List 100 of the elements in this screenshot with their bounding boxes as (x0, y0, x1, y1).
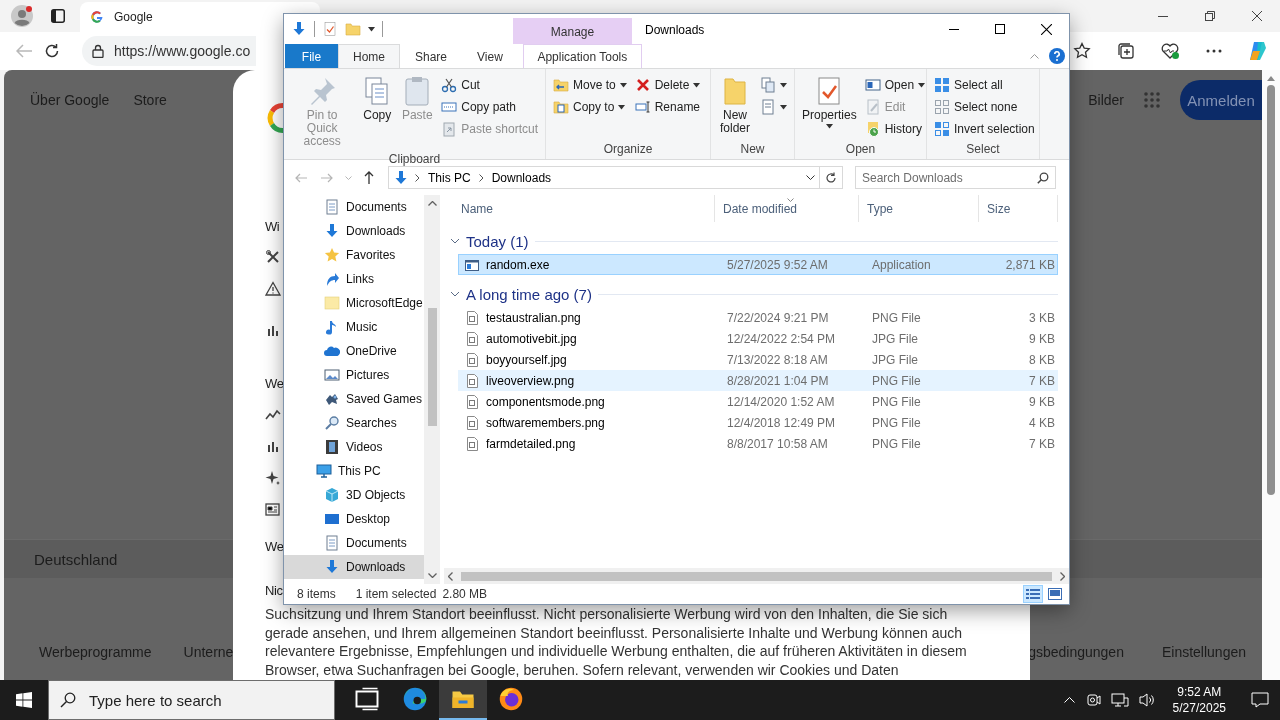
ribbon-tab[interactable]: File (285, 44, 338, 68)
nav-item[interactable]: Favorites (284, 243, 424, 267)
file-row[interactable]: liveoverview.png 8/28/2021 1:04 PM PNG File 7 KB (458, 370, 1058, 391)
nav-item[interactable]: OneDrive (284, 339, 424, 363)
size-cell-text: 9 KB (1028, 394, 1055, 409)
ribbon-button[interactable]: Cut (438, 74, 541, 96)
down-arrow-icon[interactable] (291, 21, 307, 37)
ribbon-button[interactable]: Select none (931, 96, 1038, 118)
group-label: Clipboard (387, 151, 442, 167)
pencil-icon (864, 99, 881, 115)
grid-icon (934, 99, 950, 115)
nav-item[interactable]: Videos (284, 435, 424, 459)
browser-tab[interactable]: Google (80, 2, 320, 32)
breadcrumb[interactable]: This PC (426, 170, 473, 185)
chevron-down-icon[interactable] (806, 175, 815, 180)
file-row[interactable]: automotivebit.jpg 12/24/2022 2:54 PM JPG File 9 KB (458, 328, 1058, 349)
ribbon-button[interactable]: Delete (631, 74, 704, 96)
nav-item[interactable]: This PC (284, 459, 424, 483)
ribbon-button[interactable]: Open (861, 74, 929, 96)
down-arrow-icon (324, 559, 340, 575)
sign-in-button[interactable]: Anmelden (1180, 80, 1262, 120)
firefox-icon (499, 687, 523, 711)
refresh-button[interactable] (820, 166, 843, 189)
address-bar[interactable]: https://www.google.co (82, 36, 256, 66)
collections-icon (1117, 42, 1135, 60)
ribbon-button[interactable]: New folder (715, 72, 755, 138)
view-button[interactable] (1045, 585, 1065, 603)
nav-item[interactable]: Music (284, 315, 424, 339)
file-row[interactable]: softwaremembers.png 12/4/2018 12:49 PM PNG File 4 KB (458, 412, 1058, 433)
cube-icon (324, 487, 340, 503)
selection-size: 2.80 MB (442, 587, 488, 601)
search-field[interactable]: Type here to search (48, 680, 335, 720)
scroll-up-icon[interactable] (427, 201, 437, 206)
ribbon-button[interactable]: Rename (631, 96, 704, 118)
group-label: Organize (602, 141, 654, 158)
size-cell-text: 9 KB (1028, 331, 1055, 346)
column-header[interactable]: Name (453, 195, 715, 222)
scrollbar-thumb[interactable] (461, 571, 1052, 581)
meeting-icon[interactable] (1084, 692, 1101, 708)
type-cell-text: PNG File (871, 310, 922, 325)
file-row[interactable]: random.exe 5/27/2025 9:52 AM Application 2,871 KB (458, 254, 1058, 275)
scroll-left-icon[interactable] (448, 571, 453, 581)
ribbon-button[interactable]: Copy path (438, 96, 541, 118)
group-header[interactable]: A long time ago (7) (466, 285, 592, 303)
chevron-down-icon[interactable] (450, 236, 460, 246)
ribbon-tab[interactable]: Home (338, 44, 400, 68)
volume-icon[interactable] (1138, 692, 1157, 708)
size-cell-text: 7 KB (1028, 436, 1055, 451)
scrollbar-thumb[interactable] (1267, 85, 1275, 495)
nav-item[interactable]: Downloads (284, 555, 424, 579)
group-header[interactable]: Today (1) (466, 232, 529, 250)
nav-item[interactable]: Documents (284, 195, 424, 219)
ribbon-button[interactable]: History (861, 118, 929, 140)
address-bar[interactable]: This PC Downloads (388, 166, 820, 189)
details-view-icon (1026, 588, 1040, 600)
chevron-down-icon[interactable] (450, 289, 460, 299)
taskbar-app[interactable] (439, 680, 487, 720)
ribbon-button[interactable]: Copy (358, 72, 397, 125)
ribbon-button[interactable]: Select all (931, 74, 1038, 96)
scrollbar-thumb[interactable] (427, 308, 437, 426)
column-header[interactable]: Date modified (715, 195, 859, 222)
nav-item[interactable]: 3D Objects (284, 483, 424, 507)
curved-arrow-icon (324, 271, 340, 287)
ribbon-button[interactable]: Copy to (550, 96, 630, 118)
scroll-right-icon[interactable] (1060, 571, 1065, 581)
view-button[interactable] (1023, 585, 1043, 603)
file-name: boyyourself.jpg (486, 352, 567, 367)
scroll-up-icon[interactable] (1267, 76, 1275, 81)
file-row[interactable]: farmdetailed.png 8/8/2017 10:58 AM PNG File 7 KB (458, 433, 1058, 454)
scroll-down-icon[interactable] (427, 573, 437, 578)
nav-item[interactable]: Pictures (284, 363, 424, 387)
nav-item[interactable]: Saved Games (284, 387, 424, 411)
nav-item[interactable]: Links (284, 267, 424, 291)
nav-item[interactable]: Desktop (284, 507, 424, 531)
column-header[interactable]: Size (979, 195, 1058, 222)
ribbon-tab[interactable]: Application Tools (522, 44, 642, 68)
ribbon-tab[interactable]: View (462, 44, 518, 68)
nav-item[interactable]: Documents (284, 531, 424, 555)
nav-item[interactable]: Searches (284, 411, 424, 435)
column-header[interactable]: Type (859, 195, 979, 222)
file-row[interactable]: componentsmode.png 12/14/2020 1:52 AM PNG File 9 KB (458, 391, 1058, 412)
ribbon-button[interactable]: Properties (799, 72, 860, 132)
nav-item[interactable]: Downloads (284, 219, 424, 243)
file-row[interactable]: testaustralian.png 7/22/2024 9:21 PM PNG File 3 KB (458, 307, 1058, 328)
network-icon[interactable] (1110, 692, 1129, 708)
checklist-icon[interactable] (322, 21, 338, 37)
ribbon-tab[interactable]: Share (400, 44, 463, 68)
breadcrumb[interactable]: Downloads (489, 170, 554, 185)
clock[interactable]: 9:52 AM 5/27/2025 (1166, 684, 1232, 716)
section-heading: We (265, 375, 284, 391)
type-cell-text: PNG File (871, 415, 922, 430)
ribbon-button[interactable]: Invert selection (931, 118, 1038, 140)
item-count: 8 items (297, 587, 336, 601)
date-cell-text: 8/28/2021 1:04 PM (726, 373, 830, 388)
nav-item[interactable]: MicrosoftEdge (284, 291, 424, 315)
folder-page-icon (553, 99, 569, 115)
file-row[interactable]: boyyourself.jpg 7/13/2022 8:18 AM JPG File 8 KB (458, 349, 1058, 370)
section-heading: Wi (265, 218, 280, 234)
ribbon-button[interactable]: Move to (550, 74, 630, 96)
help-icon[interactable] (1049, 48, 1065, 64)
